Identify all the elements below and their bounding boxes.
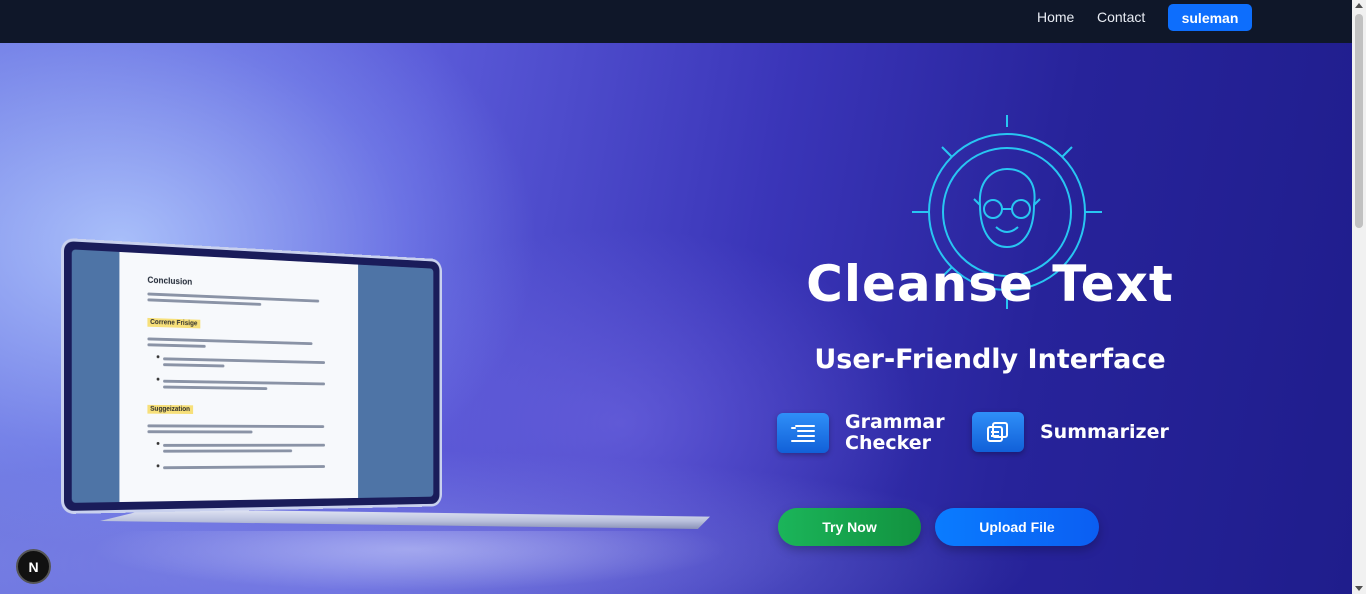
- bullet-dot-icon: [156, 355, 160, 359]
- feature-grammar-label: Grammar Checker: [845, 412, 955, 454]
- scrollbar-thumb[interactable]: [1355, 14, 1363, 228]
- laptop-screen: Conclusion Correne Frisige Suggeization: [71, 249, 434, 503]
- laptop-screen-frame: Conclusion Correne Frisige Suggeization: [64, 241, 440, 511]
- top-navbar: Home Contact suleman: [0, 0, 1352, 43]
- try-now-button[interactable]: Try Now: [778, 508, 921, 546]
- nav-contact-link[interactable]: Contact: [1097, 9, 1145, 25]
- document-bullet: [156, 377, 334, 394]
- nextjs-dev-badge[interactable]: N: [16, 549, 51, 584]
- bullet-dot-icon: [156, 441, 160, 445]
- laptop-illustration: Conclusion Correne Frisige Suggeization: [60, 239, 730, 594]
- vertical-scrollbar[interactable]: [1352, 0, 1366, 594]
- feature-grammar-label-line2: Checker: [845, 432, 932, 454]
- feature-summarizer: Summarizer: [972, 412, 1180, 452]
- feature-summarizer-label: Summarizer: [1040, 420, 1169, 443]
- user-button[interactable]: suleman: [1168, 4, 1252, 31]
- document-highlight: Correne Frisige: [147, 317, 201, 329]
- document-bullet: [156, 462, 334, 472]
- document-line: [147, 424, 325, 429]
- document-line: [147, 343, 206, 348]
- document-line: [147, 430, 253, 434]
- document-highlight: Suggeization: [147, 404, 193, 414]
- hero-subtitle: User-Friendly Interface: [814, 344, 1166, 375]
- upload-file-button[interactable]: Upload File: [935, 508, 1099, 546]
- list-lines-icon: [777, 413, 829, 453]
- feature-grammar-checker: Grammar Checker: [777, 412, 955, 454]
- laptop-reflection: [90, 531, 730, 591]
- copy-pages-icon: [972, 412, 1024, 452]
- scroll-down-arrow-icon[interactable]: [1355, 586, 1363, 591]
- document-bullet: [156, 441, 334, 456]
- document-page: Conclusion Correne Frisige Suggeization: [119, 251, 359, 503]
- laptop-base: [100, 509, 710, 529]
- hero-title: Cleanse Text: [806, 255, 1174, 313]
- document-bullet: [156, 354, 334, 372]
- feature-grammar-label-line1: Grammar: [845, 411, 945, 433]
- hero-section: Conclusion Correne Frisige Suggeization: [0, 43, 1352, 594]
- bullet-dot-icon: [156, 464, 160, 468]
- document-line: [147, 298, 262, 306]
- bullet-dot-icon: [156, 377, 160, 381]
- document-heading: Conclusion: [147, 274, 193, 287]
- scroll-up-arrow-icon[interactable]: [1355, 3, 1363, 8]
- nav-home-link[interactable]: Home: [1037, 9, 1074, 25]
